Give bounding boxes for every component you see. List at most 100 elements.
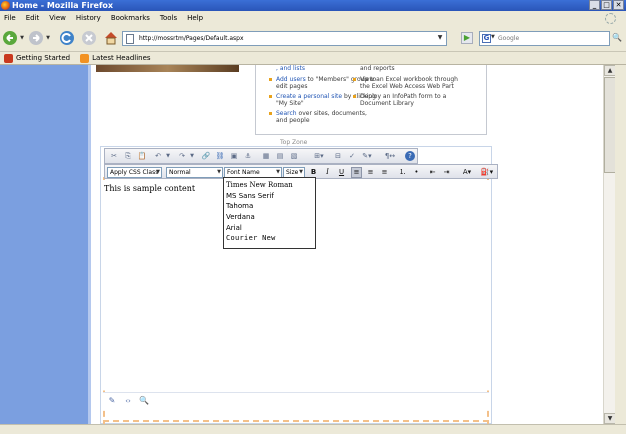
- vertical-scrollbar[interactable]: ▲ ▼: [603, 65, 616, 424]
- stop-icon: [82, 31, 96, 45]
- font-name-dropdown: Times New Roman MS Sans Serif Tahoma Ver…: [223, 177, 316, 249]
- redo-dropdown-icon[interactable]: ▼: [187, 151, 197, 161]
- align-center-button[interactable]: ≡: [365, 167, 376, 178]
- anchor-icon[interactable]: ⚓: [243, 151, 253, 161]
- underline-button[interactable]: U: [336, 167, 347, 178]
- font-option-verdana[interactable]: Verdana: [226, 212, 313, 223]
- unlink-icon[interactable]: ⛓: [215, 151, 225, 161]
- align-right-button[interactable]: ≡: [379, 167, 390, 178]
- address-bar[interactable]: http://mossrtm/Pages/Default.aspx ▼: [122, 31, 447, 46]
- bookmark-label: Latest Headlines: [92, 54, 151, 62]
- list-item: Search over sites, documents, and people: [268, 110, 378, 124]
- bookmarks-toolbar: Getting Started Latest Headlines: [0, 52, 626, 65]
- image-icon[interactable]: ▣: [229, 151, 239, 161]
- list-link[interactable]: , and lists: [276, 65, 305, 72]
- menu-tools[interactable]: Tools: [160, 14, 177, 22]
- menu-bookmarks[interactable]: Bookmarks: [111, 14, 150, 22]
- firefox-icon: [1, 1, 10, 10]
- close-button[interactable]: ✕: [613, 0, 624, 10]
- page-icon: [126, 34, 134, 44]
- home-icon: [105, 32, 117, 45]
- forward-arrow-icon: [29, 31, 44, 45]
- cell-properties-icon[interactable]: ▧: [289, 151, 299, 161]
- spell-check-icon[interactable]: ✓: [347, 151, 357, 161]
- title-bar: Home - Mozilla Firefox _ □ ✕: [0, 0, 626, 11]
- editor-content-text[interactable]: This is sample content: [104, 184, 195, 193]
- insert-row-icon[interactable]: ⊞▾: [309, 151, 329, 161]
- address-dropdown-icon[interactable]: ▼: [436, 34, 444, 43]
- undo-icon[interactable]: ↶: [153, 151, 163, 161]
- numbered-list-button[interactable]: ⒈: [397, 167, 408, 178]
- menu-history[interactable]: History: [76, 14, 101, 22]
- undo-dropdown-icon[interactable]: ▼: [163, 151, 173, 161]
- table-icon[interactable]: ▦: [261, 151, 271, 161]
- getting-started-panel: , and lists Add users to "Members" group…: [255, 65, 487, 135]
- go-button[interactable]: ▶: [461, 32, 473, 44]
- address-url: http://mossrtm/Pages/Default.aspx: [139, 35, 244, 42]
- align-left-button[interactable]: ≡: [351, 167, 362, 178]
- text-direction-icon[interactable]: ¶↔: [381, 151, 399, 161]
- forward-button[interactable]: ▼: [28, 29, 50, 47]
- table-properties-icon[interactable]: ▤: [275, 151, 285, 161]
- create-personal-site-link[interactable]: Create a personal site: [276, 93, 342, 100]
- bookmark-getting-started[interactable]: Getting Started: [4, 53, 70, 63]
- status-bar: [0, 424, 626, 434]
- paste-icon[interactable]: 📋: [137, 151, 147, 161]
- list-item: View an Excel workbook through the Excel…: [352, 76, 464, 90]
- zone-label: Top Zone: [280, 139, 308, 146]
- format-painter-icon[interactable]: ✎▾: [359, 151, 375, 161]
- left-navigation-area: [0, 65, 91, 424]
- maximize-button[interactable]: □: [601, 0, 612, 10]
- back-button[interactable]: ▼: [2, 29, 24, 47]
- search-go-icon[interactable]: 🔍: [612, 33, 622, 44]
- window-title: Home - Mozilla Firefox: [12, 1, 114, 10]
- menu-view[interactable]: View: [49, 14, 66, 22]
- zone-border: [103, 420, 489, 423]
- paragraph-style-select[interactable]: Normal ▼: [166, 167, 223, 178]
- reload-button[interactable]: [58, 29, 76, 47]
- increase-indent-button[interactable]: ⇥: [441, 167, 452, 178]
- copy-icon[interactable]: ⎘: [123, 151, 133, 161]
- editor-mode-bar: ✎ ‹› 🔍: [103, 392, 489, 408]
- minimize-button[interactable]: _: [589, 0, 600, 10]
- html-mode-icon[interactable]: ‹›: [123, 396, 133, 406]
- cut-icon[interactable]: ✂: [109, 151, 119, 161]
- menu-edit[interactable]: Edit: [26, 14, 40, 22]
- help-icon[interactable]: ?: [405, 151, 415, 161]
- getting-started-icon: [4, 53, 13, 63]
- menu-bar: File Edit View History Bookmarks Tools H…: [0, 11, 626, 25]
- italic-button[interactable]: I: [322, 167, 333, 178]
- decrease-indent-button[interactable]: ⇤: [427, 167, 438, 178]
- home-button[interactable]: [102, 29, 120, 47]
- back-arrow-icon: [3, 31, 18, 45]
- search-input[interactable]: G ▼ Google: [479, 31, 610, 46]
- bulleted-list-button[interactable]: •: [411, 167, 422, 178]
- font-option-arial[interactable]: Arial: [226, 223, 313, 234]
- css-class-select[interactable]: Apply CSS Class ▼: [107, 167, 162, 178]
- header-image: [96, 65, 239, 72]
- reload-icon: [60, 31, 74, 45]
- add-users-link[interactable]: Add users: [276, 76, 306, 83]
- menu-file[interactable]: File: [4, 14, 16, 22]
- menu-help[interactable]: Help: [187, 14, 203, 22]
- search-engine-dropdown-icon[interactable]: ▼: [491, 34, 495, 40]
- highlight-color-button[interactable]: ⛽▾: [479, 167, 495, 178]
- bookmark-latest-headlines[interactable]: Latest Headlines: [80, 53, 151, 63]
- list-item: and reports: [360, 65, 395, 72]
- throbber-icon: [605, 13, 616, 24]
- font-color-button[interactable]: A▾: [459, 167, 475, 178]
- preview-mode-icon[interactable]: 🔍: [139, 396, 149, 406]
- search-placeholder: Google: [498, 35, 520, 42]
- font-option-tahoma[interactable]: Tahoma: [226, 201, 313, 212]
- font-option-courier-new[interactable]: Courier New: [226, 233, 313, 244]
- google-icon: G: [482, 34, 491, 43]
- redo-icon[interactable]: ↷: [177, 151, 187, 161]
- font-option-times-new-roman[interactable]: Times New Roman: [226, 180, 313, 191]
- stop-button[interactable]: [80, 29, 98, 47]
- delete-row-icon[interactable]: ⊟: [333, 151, 343, 161]
- font-option-ms-sans-serif[interactable]: MS Sans Serif: [226, 191, 313, 202]
- search-link[interactable]: Search: [276, 110, 297, 117]
- hyperlink-icon[interactable]: 🔗: [201, 151, 211, 161]
- list-item: Deploy an InfoPath form to a Document Li…: [352, 93, 464, 107]
- design-mode-icon[interactable]: ✎: [107, 396, 117, 406]
